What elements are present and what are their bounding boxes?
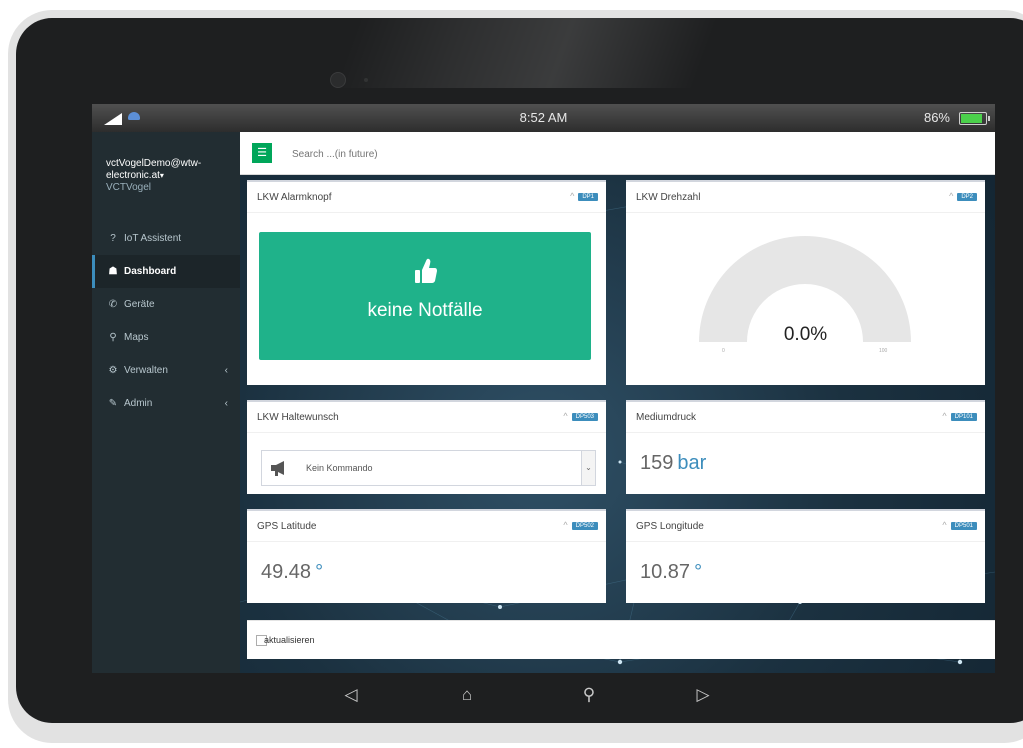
alarm-status-panel: keine Notfälle [259, 232, 591, 360]
back-icon[interactable]: ◁ [336, 680, 366, 710]
command-select[interactable]: Kein Kommando ⌄ [261, 450, 596, 486]
thumbs-up-icon [415, 258, 437, 283]
tablet-bezel: 8:52 AM 86% vctVogelDemo@wtw-electronic.… [16, 18, 1023, 723]
chevron-down-icon[interactable]: ⌄ [581, 451, 595, 485]
collapse-icon[interactable]: ^ [570, 191, 574, 201]
battery-icon [959, 112, 990, 125]
devices-icon: ✆ [108, 299, 118, 310]
refresh-label: aktualisieren [264, 635, 315, 645]
search-input[interactable] [290, 144, 594, 164]
sidebar-item-verwalten[interactable]: ⚙ Verwalten ‹ [92, 354, 240, 387]
sidebar-nav: ? IoT Assistent ☗ Dashboard ✆ Geräte ⚲ Maps … [92, 222, 240, 420]
chevron-left-icon: ‹ [224, 365, 228, 376]
sidebar-item-admin[interactable]: ✎ Admin ‹ [92, 387, 240, 420]
card-stop-request: LKW Haltewunsch ^ DP503 Kein Kommando ⌄ [247, 400, 606, 494]
card-gps-latitude: GPS Latitude ^ DP502 49.48 ° [247, 509, 606, 603]
search-icon[interactable]: ⚲ [574, 680, 604, 710]
card-medium-pressure: Mediumdruck ^ DP101 159 bar [626, 400, 985, 494]
light-sensor [364, 78, 368, 82]
caret-down-icon: ▾ [159, 171, 164, 180]
sidebar-item-dashboard[interactable]: ☗ Dashboard [92, 255, 240, 288]
collapse-icon[interactable]: ^ [563, 520, 567, 530]
sidebar-item-label: Dashboard [124, 266, 177, 277]
card-title: LKW Haltewunsch [257, 412, 339, 423]
dp-badge: DP101 [950, 412, 977, 421]
card-title: GPS Latitude [257, 521, 317, 532]
sidebar: vctVogelDemo@wtw-electronic.at▾ VCTVogel… [92, 132, 240, 673]
collapse-icon[interactable]: ^ [563, 411, 567, 421]
card-title: Mediumdruck [636, 412, 697, 423]
gauge-min-label: 0 [722, 348, 725, 354]
dp-badge: DP1 [578, 192, 598, 201]
home-icon[interactable]: ⌂ [452, 680, 482, 710]
map-pin-icon: ⚲ [109, 332, 117, 343]
recents-icon[interactable]: ▷ [688, 680, 718, 710]
hamburger-icon: ☰ [257, 147, 267, 159]
rpm-gauge [699, 236, 911, 342]
android-nav-bar: ◁ ⌂ ⚲ ▷ [16, 668, 1023, 723]
sidebar-item-maps[interactable]: ⚲ Maps [92, 321, 240, 354]
battery-percent: 86% [923, 110, 950, 125]
user-panel[interactable]: vctVogelDemo@wtw-electronic.at▾ VCTVogel [106, 158, 231, 194]
dp-badge: DP502 [571, 521, 598, 530]
bezel-reflection [333, 18, 719, 88]
chevron-left-icon: ‹ [224, 398, 228, 409]
wrench-icon: ✎ [108, 398, 118, 409]
main-content: ☰ LKW Alarmknopf ^ DP1 keine Notfälle [240, 132, 995, 673]
front-camera [330, 72, 346, 88]
status-bar: 8:52 AM 86% [92, 104, 995, 132]
menu-toggle-button[interactable]: ☰ [252, 143, 272, 163]
card-title: LKW Drehzahl [636, 192, 701, 203]
sidebar-item-label: Admin [124, 398, 153, 409]
card-title: LKW Alarmknopf [257, 192, 332, 203]
dp-badge: DP501 [950, 521, 977, 530]
sidebar-item-label: Geräte [124, 299, 155, 310]
card-title: GPS Longitude [636, 521, 704, 532]
dp-badge: DP2 [957, 192, 977, 201]
battery-fill [961, 114, 982, 123]
gauge-max-label: 100 [879, 348, 888, 354]
card-alarm: LKW Alarmknopf ^ DP1 keine Notfälle [247, 180, 606, 385]
sidebar-item-label: Verwalten [124, 365, 168, 376]
longitude-value: 10.87 ° [640, 561, 703, 583]
command-select-value: Kein Kommando [306, 463, 373, 473]
pressure-unit: bar [677, 452, 707, 474]
card-rpm: LKW Drehzahl ^ DP2 0.0% 0 100 [626, 180, 985, 385]
latitude-unit: ° [315, 561, 324, 583]
megaphone-icon [271, 461, 284, 476]
user-name: VCTVogel [106, 182, 152, 193]
collapse-icon[interactable]: ^ [942, 411, 946, 421]
cogs-icon: ⚙ [108, 365, 118, 376]
dashboard-icon: ☗ [108, 266, 118, 277]
pressure-value: 159 bar [640, 452, 707, 474]
top-bar: ☰ [240, 132, 995, 175]
latitude-value: 49.48 ° [261, 561, 324, 583]
sidebar-item-iot-assistent[interactable]: ? IoT Assistent [92, 222, 240, 255]
longitude-unit: ° [694, 561, 703, 583]
user-email: vctVogelDemo@wtw-electronic.at [106, 158, 202, 181]
status-time: 8:52 AM [519, 110, 568, 125]
sidebar-item-geraete[interactable]: ✆ Geräte [92, 288, 240, 321]
dp-badge: DP503 [571, 412, 598, 421]
collapse-icon[interactable]: ^ [942, 520, 946, 530]
alarm-status-text: keine Notfälle [367, 300, 483, 321]
question-icon: ? [110, 233, 116, 244]
card-gps-longitude: GPS Longitude ^ DP501 10.87 ° [626, 509, 985, 603]
sidebar-item-label: IoT Assistent [124, 233, 182, 244]
tablet-screen: 8:52 AM 86% vctVogelDemo@wtw-electronic.… [92, 104, 995, 673]
gauge-value: 0.0% [783, 324, 828, 345]
collapse-icon[interactable]: ^ [949, 191, 953, 201]
sidebar-item-label: Maps [124, 332, 149, 343]
refresh-bar: aktualisieren [247, 620, 995, 659]
